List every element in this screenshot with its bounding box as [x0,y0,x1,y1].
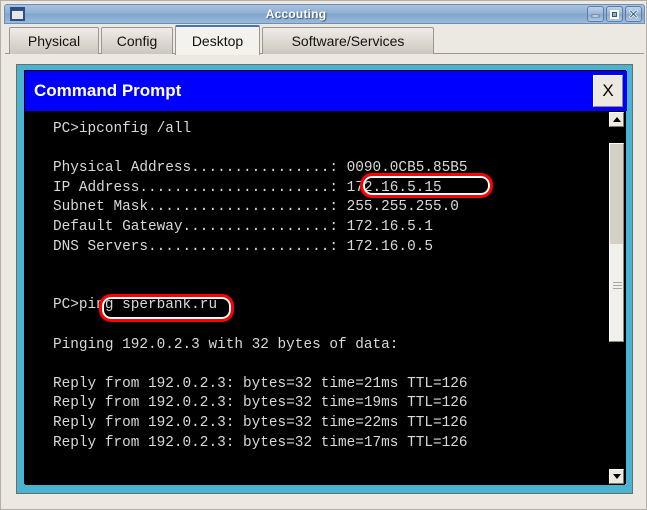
tab-strip: Physical Config Desktop Software/Service… [5,25,644,54]
command-prompt-close-button[interactable]: X [593,75,623,107]
scrollbar-track[interactable] [609,127,624,469]
scrollbar-thumb[interactable] [609,143,624,342]
scrollbar-thumb-lower [610,244,623,341]
tab-config[interactable]: Config [101,27,173,54]
minimize-icon [588,7,603,21]
scroll-down-icon [613,474,621,479]
tab-software-services[interactable]: Software/Services [262,27,434,54]
tab-config-label: Config [117,33,157,49]
title-bar[interactable]: Accouting [4,4,645,24]
tab-physical[interactable]: Physical [9,27,99,54]
maximize-icon [607,7,622,21]
tab-physical-label: Physical [28,33,80,49]
scrollbar-thumb-upper [610,144,623,244]
minimize-button[interactable] [587,6,604,22]
desktop-panel: Command Prompt X PC>ipconfig /all Physic… [16,64,633,494]
tab-desktop[interactable]: Desktop [175,25,260,55]
tab-desktop-label: Desktop [192,33,243,49]
terminal-output-area[interactable]: PC>ipconfig /all Physical Address.......… [25,111,610,485]
close-button[interactable] [625,6,642,22]
tab-software-services-label: Software/Services [292,33,405,49]
scroll-up-icon [613,117,621,122]
terminal-text: PC>ipconfig /all Physical Address.......… [53,120,468,453]
terminal-scrollbar[interactable] [608,111,625,485]
close-icon [626,7,641,21]
command-prompt-window: Command Prompt X PC>ipconfig /all Physic… [24,70,626,484]
maximize-button[interactable] [606,6,623,22]
command-prompt-title: Command Prompt [34,81,593,101]
application-window: Accouting Physical Config Desk [0,0,647,510]
scroll-down-button[interactable] [609,469,624,484]
command-prompt-header: Command Prompt X [25,71,627,111]
window-title: Accouting [5,7,587,21]
scrollbar-grip-icon [613,282,622,289]
scroll-up-button[interactable] [609,112,624,127]
